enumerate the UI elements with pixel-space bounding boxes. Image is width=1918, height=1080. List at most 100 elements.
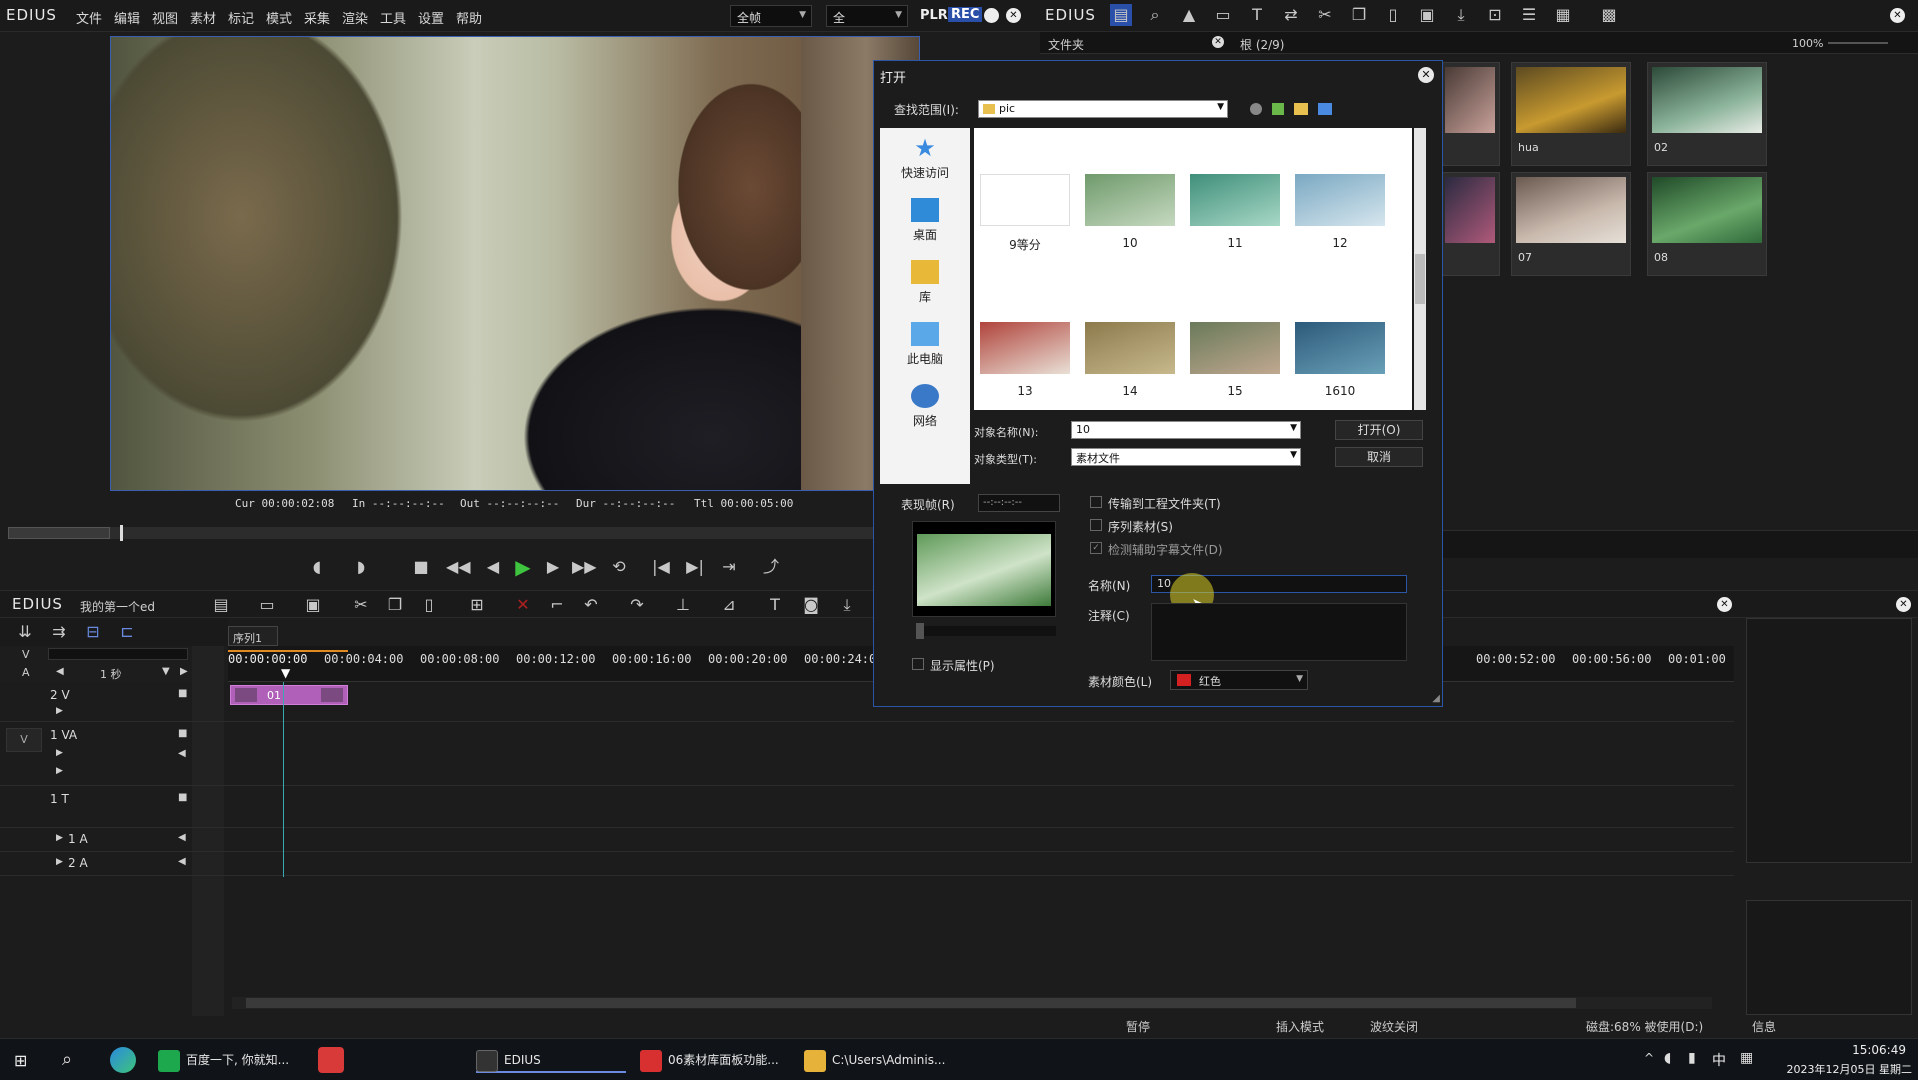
add-to-timeline-icon[interactable]: ⤓ xyxy=(1450,4,1472,26)
poster-frame-input[interactable]: --:--:--:-- xyxy=(978,494,1060,512)
paste-icon[interactable]: ▯ xyxy=(418,594,440,616)
up-folder-icon[interactable] xyxy=(1272,103,1284,115)
list-view-icon[interactable]: ☰ xyxy=(1518,4,1540,26)
place-this-pc[interactable]: 此电脑 xyxy=(880,322,970,367)
expand-icon[interactable]: ▶ xyxy=(56,766,63,776)
bin-close-icon[interactable]: ✕ xyxy=(1890,8,1905,23)
v-patch[interactable]: V xyxy=(6,728,42,752)
cut-icon[interactable]: ✂ xyxy=(1314,4,1336,26)
track-mode-icon[interactable]: ⇊ xyxy=(14,621,36,643)
expand-icon[interactable]: ▶ xyxy=(56,748,63,758)
timeline-hscroll[interactable] xyxy=(232,997,1712,1009)
razor-icon[interactable]: ⌐ xyxy=(546,594,568,616)
keyboard-icon[interactable]: ▦ xyxy=(1740,1050,1753,1066)
rec-toggle[interactable]: REC xyxy=(948,7,983,22)
delete-icon[interactable]: ⊡ xyxy=(1484,4,1506,26)
folder-close-icon[interactable]: ✕ xyxy=(1212,36,1224,48)
file-item[interactable]: 13 xyxy=(980,322,1070,398)
set-in-icon[interactable]: ◖ xyxy=(306,556,328,578)
menu-mode[interactable]: 模式 xyxy=(266,8,292,27)
menu-edit[interactable]: 编辑 xyxy=(114,8,140,27)
chevron-down-icon[interactable]: ▼ xyxy=(162,666,170,677)
play-icon[interactable]: ▶ xyxy=(512,556,534,578)
file-item[interactable]: 9等分 xyxy=(980,174,1070,253)
open-folder-icon[interactable]: ▭ xyxy=(1212,4,1234,26)
v-patch-label[interactable]: V xyxy=(22,648,30,661)
file-item[interactable]: 11 xyxy=(1190,174,1280,250)
playhead-marker[interactable]: ▼ xyxy=(281,666,290,680)
place-desktop[interactable]: 桌面 xyxy=(880,198,970,243)
folder-tab[interactable]: 文件夹 xyxy=(1048,36,1084,53)
comment-input[interactable] xyxy=(1151,603,1407,661)
quality-select[interactable]: 全帧 ▼ xyxy=(730,5,812,27)
menu-view[interactable]: 视图 xyxy=(152,8,178,27)
bin-thumb-02[interactable]: 02 xyxy=(1647,62,1767,166)
file-item[interactable]: 12 xyxy=(1295,174,1385,250)
file-item[interactable]: 15 xyxy=(1190,322,1280,398)
save-icon[interactable]: ▣ xyxy=(302,594,324,616)
lookin-select[interactable]: pic ▼ xyxy=(978,100,1228,118)
toolbox-icon[interactable]: ▩ xyxy=(1598,4,1620,26)
menu-render[interactable]: 渲染 xyxy=(342,8,368,27)
trim-icon[interactable]: ⊿ xyxy=(718,594,740,616)
next-edit-icon[interactable]: ▶| xyxy=(684,556,706,578)
copy-icon[interactable]: ❐ xyxy=(1348,4,1370,26)
insert-icon[interactable]: ⇥ xyxy=(718,556,740,578)
send-to-player-icon[interactable]: ▣ xyxy=(1416,4,1438,26)
object-name-input[interactable]: 10 ▼ xyxy=(1071,421,1301,439)
marker-icon[interactable]: ⊥ xyxy=(672,594,694,616)
lock-icon[interactable]: ■ xyxy=(178,688,187,699)
edge-icon[interactable] xyxy=(110,1047,136,1073)
object-type-select[interactable]: 素材文件 ▼ xyxy=(1071,448,1301,466)
detect-checkbox[interactable]: ✓ xyxy=(1090,542,1102,554)
clip-color-select[interactable]: 红色 ▼ xyxy=(1170,670,1308,690)
zoom-slider[interactable] xyxy=(1828,42,1888,44)
open-button[interactable]: 打开(O) xyxy=(1335,420,1423,440)
ime-indicator[interactable]: 中 xyxy=(1712,1050,1726,1070)
folder-view-icon[interactable]: ▤ xyxy=(1110,4,1132,26)
clock-time[interactable]: 15:06:49 xyxy=(1800,1043,1906,1057)
clock-date[interactable]: 2023年12月05日 星期二 xyxy=(1774,1061,1913,1077)
task-baidu[interactable]: 百度一下, 你就知... xyxy=(158,1047,289,1073)
lock-icon[interactable]: ■ xyxy=(178,728,187,739)
chevron-right-icon[interactable]: ▶ xyxy=(180,666,188,677)
menu-marker[interactable]: 标记 xyxy=(228,8,254,27)
start-icon[interactable]: ⊞ xyxy=(14,1051,32,1070)
up-icon[interactable]: ▲ xyxy=(1178,4,1200,26)
a-patch-label[interactable]: A xyxy=(22,666,30,679)
place-network[interactable]: 网络 xyxy=(880,384,970,429)
cut-icon[interactable]: ✂ xyxy=(350,594,372,616)
bin-thumb-08[interactable]: 08 xyxy=(1647,172,1767,276)
volume-icon[interactable]: ◖ xyxy=(1664,1050,1671,1066)
timeline-close-icon[interactable]: ✕ xyxy=(1717,597,1732,612)
menu-tools[interactable]: 工具 xyxy=(380,8,406,27)
bin-thumb-partial-1[interactable] xyxy=(1440,62,1500,166)
menu-file[interactable]: 文件 xyxy=(76,8,102,27)
paste-mode-icon[interactable]: ⊞ xyxy=(466,594,488,616)
expand-icon[interactable]: ▶ xyxy=(56,706,63,716)
new-folder-icon[interactable] xyxy=(1294,103,1308,115)
preview-slider[interactable] xyxy=(916,623,1056,639)
playhead[interactable] xyxy=(120,525,123,541)
plr-toggle[interactable]: PLR xyxy=(920,8,948,23)
cancel-button[interactable]: 取消 xyxy=(1335,447,1423,467)
mic-icon[interactable]: ▮ xyxy=(1688,1050,1696,1066)
player-scrubber[interactable] xyxy=(8,525,920,541)
snapshot-icon[interactable]: ◙ xyxy=(800,594,822,616)
file-item[interactable]: 14 xyxy=(1085,322,1175,398)
stop-icon[interactable]: ■ xyxy=(410,556,432,578)
menu-clip[interactable]: 素材 xyxy=(190,8,216,27)
speaker-icon[interactable]: ◀ xyxy=(178,748,186,759)
menu-help[interactable]: 帮助 xyxy=(456,8,482,27)
expand-icon[interactable]: ▶ xyxy=(56,857,63,867)
slider-thumb[interactable] xyxy=(916,623,924,639)
task-doc[interactable]: 06素材库面板功能... xyxy=(640,1047,779,1073)
search-icon[interactable]: ⌕ xyxy=(1144,4,1166,26)
redo-icon[interactable]: ↷ xyxy=(626,594,648,616)
menu-settings[interactable]: 设置 xyxy=(418,8,444,27)
new-sequence-icon[interactable]: ▤ xyxy=(210,594,232,616)
back-icon[interactable] xyxy=(1250,103,1262,115)
paste-icon[interactable]: ▯ xyxy=(1382,4,1404,26)
app-red-icon[interactable] xyxy=(318,1047,344,1073)
shuttle-slider[interactable] xyxy=(8,527,110,539)
